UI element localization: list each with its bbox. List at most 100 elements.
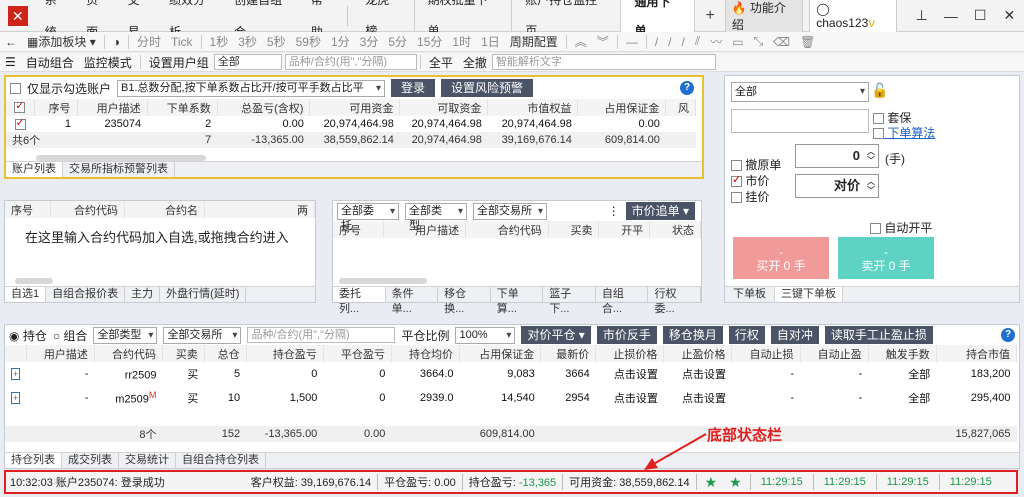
cancel-original-option[interactable]: 撤原单 xyxy=(731,156,781,173)
collapse-down-icon[interactable]: ︾ xyxy=(592,33,614,50)
tab-three-key-board[interactable]: 三键下单板 xyxy=(775,287,843,302)
expand-icon[interactable]: + xyxy=(5,386,26,410)
theme-toggle-icon[interactable]: ◑ xyxy=(108,35,125,49)
take-profit-set[interactable]: 点击设置 xyxy=(664,362,732,386)
tab-exchange-warning[interactable]: 交易所指标预警列表 xyxy=(63,162,175,177)
parallel-tool-icon[interactable]: ⫽ xyxy=(690,34,705,49)
quantity-stepper[interactable]: 0 ︿ ﹀ xyxy=(795,144,879,168)
period-5m[interactable]: 5分 xyxy=(383,33,412,50)
period-5s[interactable]: 5秒 xyxy=(262,33,291,50)
tab-combo-positions[interactable]: 自组合持仓列表 xyxy=(176,453,266,468)
text-tool-icon[interactable]: ⤡ xyxy=(749,34,769,49)
period-1m[interactable]: 1分 xyxy=(326,33,355,50)
stepper-icon[interactable]: ︿ ﹀ xyxy=(867,177,875,195)
feature-intro-button[interactable]: 🔥 功能介绍 xyxy=(724,0,804,36)
position-type-select[interactable]: 全部类型 xyxy=(93,326,158,344)
period-59s[interactable]: 59秒 xyxy=(291,33,326,50)
hedge-checkbox[interactable] xyxy=(873,113,884,125)
position-exchange-select[interactable]: 全部交易所 xyxy=(163,326,242,344)
maximize-icon[interactable]: ☐ xyxy=(965,7,994,24)
user-group-select[interactable]: 全部 xyxy=(213,54,282,70)
account-select[interactable]: 全部 xyxy=(731,82,869,102)
period-3m[interactable]: 3分 xyxy=(355,33,384,50)
stop-loss-set[interactable]: 点击设置 xyxy=(596,386,664,410)
stepper-icon[interactable]: ︿ ﹀ xyxy=(867,147,875,165)
cancel-original-checkbox[interactable] xyxy=(731,160,742,172)
tab-watch-1[interactable]: 自选1 xyxy=(5,287,47,302)
sell-open-button[interactable]: - 卖开 0 手 xyxy=(838,237,934,279)
hang-price-option[interactable]: 挂价 xyxy=(731,188,769,205)
order-status-select[interactable]: 全部委托 xyxy=(337,202,399,232)
roll-month-button[interactable]: 移仓换月 xyxy=(662,326,723,344)
collapse-up-icon[interactable]: ︽ xyxy=(570,33,592,50)
line-tool-icon[interactable]: / xyxy=(650,35,663,49)
buy-open-button[interactable]: - 买开 0 手 xyxy=(733,237,829,279)
period-tick[interactable]: Tick xyxy=(166,35,198,49)
eraser-tool-icon[interactable]: ⌫ xyxy=(768,35,795,49)
market-price-option[interactable]: 市价 xyxy=(731,172,769,189)
hline-tool-icon[interactable]: — xyxy=(621,35,643,49)
pin-icon[interactable]: ⊥ xyxy=(907,7,936,24)
tab-trade-stats[interactable]: 交易统计 xyxy=(119,453,176,468)
tab-conditional[interactable]: 条件单... xyxy=(386,287,439,315)
table-row[interactable]: + - m2509M 买 10 1,500 0 2939.0 14,540 29… xyxy=(5,386,1017,410)
order-algo-link[interactable]: 下单算法 xyxy=(873,124,935,141)
period-1h[interactable]: 1时 xyxy=(447,33,476,50)
exchange-select[interactable]: 全部交易所 xyxy=(473,202,547,220)
smart-parse-input[interactable]: 智能解析文字 xyxy=(491,54,716,70)
unlock-icon[interactable]: 🔓 xyxy=(871,82,888,99)
horizontal-scrollbar[interactable] xyxy=(339,278,427,284)
table-row[interactable]: 1 235074 2 0.00 20,974,464.98 20,974,464… xyxy=(6,116,696,132)
combo-radio[interactable]: ○ 组合 xyxy=(53,327,88,344)
market-chase-button[interactable]: 市价追单 ▾ xyxy=(625,202,695,220)
minimize-icon[interactable]: — xyxy=(936,8,965,24)
price-stepper[interactable]: 对价 ︿ ﹀ xyxy=(795,174,879,198)
tab-roll[interactable]: 移仓换... xyxy=(438,287,491,315)
close-ratio-select[interactable]: 100% xyxy=(455,326,516,344)
position-search-input[interactable]: 品种/合约(用","分隔) xyxy=(247,327,396,343)
segment-tool-icon[interactable]: / xyxy=(677,35,690,49)
take-profit-set[interactable]: 点击设置 xyxy=(664,386,732,410)
filter-icon[interactable]: ⋮ xyxy=(608,204,620,218)
only-checked-checkbox[interactable] xyxy=(10,82,21,94)
hold-radio[interactable]: ◉ 持仓 xyxy=(9,327,47,344)
user-button[interactable]: ◯ chaos123V xyxy=(809,0,897,33)
auto-open-close-option[interactable]: 自动开平 xyxy=(870,219,932,236)
tab-order-board[interactable]: 下单板 xyxy=(725,287,775,302)
market-price-checkbox[interactable] xyxy=(731,173,742,188)
counter-close-button[interactable]: 对价平仓 ▾ xyxy=(521,326,591,344)
read-stop-button[interactable]: 读取手工止盈止损 xyxy=(824,326,933,344)
star-icon[interactable]: ★ xyxy=(723,474,748,491)
login-button[interactable]: 登录 xyxy=(391,79,436,97)
tab-main-contract[interactable]: 主力 xyxy=(125,287,161,302)
tab-account-list[interactable]: 账户列表 xyxy=(6,162,63,177)
period-3s[interactable]: 3秒 xyxy=(233,33,262,50)
tab-position-list[interactable]: 持仓列表 xyxy=(5,453,62,468)
cancel-all-button[interactable]: 全撤 xyxy=(458,54,492,71)
market-reverse-button[interactable]: 市价反手 xyxy=(596,326,657,344)
stop-loss-set[interactable]: 点击设置 xyxy=(596,362,664,386)
table-row[interactable]: + - rr2509 买 5 0 0 3664.0 9,083 3664 点击设… xyxy=(5,362,1017,386)
tab-foreign-quote[interactable]: 外盘行情(延时) xyxy=(160,287,247,302)
risk-warning-button[interactable]: 设置风险预警 xyxy=(441,79,534,97)
exercise-button[interactable]: 行权 xyxy=(728,326,765,344)
tab-trade-list[interactable]: 成交列表 xyxy=(62,453,119,468)
expand-icon[interactable]: + xyxy=(5,362,26,386)
arrow-left-icon[interactable]: ← xyxy=(0,35,22,49)
tab-combo-quote[interactable]: 自组合报价表 xyxy=(46,287,126,302)
trash-icon[interactable]: 🗑 xyxy=(795,35,820,49)
auto-open-close-checkbox[interactable] xyxy=(870,223,881,235)
tab-algo[interactable]: 下单算... xyxy=(491,287,544,315)
auto-combo-button[interactable]: 自动组合 xyxy=(21,54,79,71)
horizontal-scrollbar[interactable] xyxy=(15,278,53,284)
self-hedge-button[interactable]: 自对冲 xyxy=(770,326,819,344)
period-1d[interactable]: 1日 xyxy=(476,33,505,50)
star-icon[interactable]: ★ xyxy=(699,474,724,491)
add-block-button[interactable]: ▦添加板块 ▾ xyxy=(22,33,101,50)
close-icon[interactable]: ✕ xyxy=(995,7,1024,24)
alloc-mode-select[interactable]: B1.总数分配,按下单系数占比开/按可平手数占比平 xyxy=(117,79,386,97)
period-timeshare[interactable]: 分时 xyxy=(132,33,166,50)
tab-basket[interactable]: 篮子下... xyxy=(543,287,596,315)
add-tab-icon[interactable]: + xyxy=(695,7,724,25)
help-icon[interactable]: ? xyxy=(1001,328,1015,342)
